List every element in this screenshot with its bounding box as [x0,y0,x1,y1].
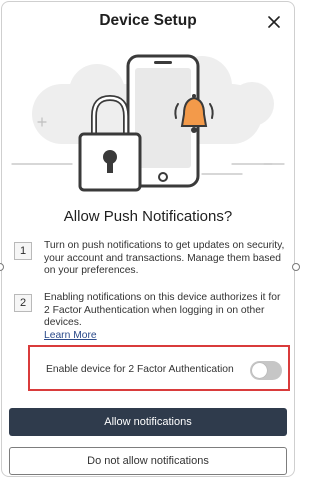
dialog-title: Device Setup [99,12,197,29]
step-number: 1 [14,242,32,260]
deny-notifications-button[interactable]: Do not allow notifications [9,447,287,475]
toggle-label: Enable device for 2 Factor Authenticatio… [46,364,234,375]
step-text-container: Enabling notifications on this device au… [44,292,286,342]
step-text: Enabling notifications on this device au… [44,292,281,328]
allow-notifications-button[interactable]: Allow notifications [9,408,287,436]
close-icon [268,16,280,28]
step-text: Turn on push notifications to get update… [44,240,285,276]
learn-more-link[interactable]: Learn More [44,330,97,341]
step-2: 2 Enabling notifications on this device … [14,292,286,342]
page-heading: Allow Push Notifications? [63,208,233,225]
step-number: 2 [14,294,32,312]
two-factor-toggle[interactable] [250,361,282,380]
device-setup-dialog: Device Setup Allow Push Notifications? 1… [1,1,295,477]
right-handle [292,263,300,271]
notification-illustration [11,54,285,192]
step-1: 1 Turn on push notifications to get upda… [14,240,286,278]
close-button[interactable] [264,12,284,32]
toggle-knob [252,363,267,378]
